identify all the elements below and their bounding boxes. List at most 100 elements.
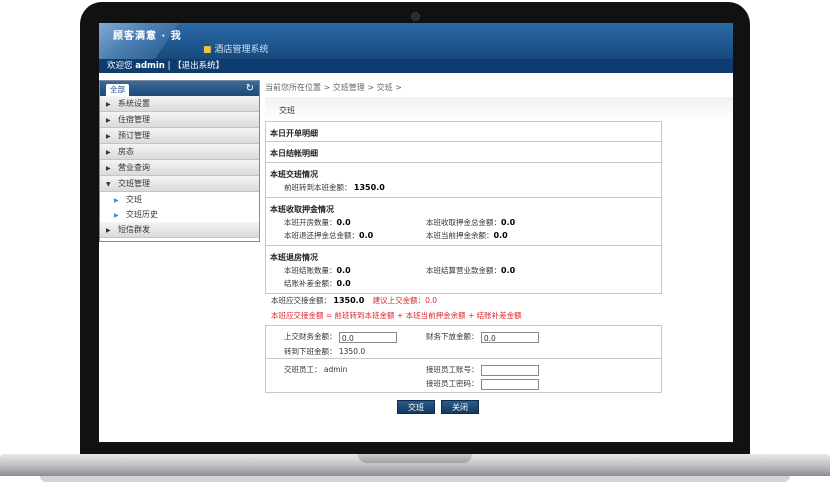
sidebar-tab-all[interactable]: 全部 xyxy=(106,84,129,96)
app-header: 顾客满意 · 我 ■ 酒店管理系统 xyxy=(99,23,733,59)
checkout-supplement-label: 结账补差金额： xyxy=(284,279,337,288)
deposit-count-value: 0.0 xyxy=(336,218,351,227)
deposit-refund-row: 本班退还押金总金额：0.0 xyxy=(284,230,373,241)
submit-shift-button[interactable]: 交班 xyxy=(397,400,435,414)
sidebar-item-revenue-query[interactable]: ▶ 营业查询 xyxy=(100,160,259,176)
deposit-refund-value: 0.0 xyxy=(359,231,374,240)
laptop-notch xyxy=(358,454,472,463)
shift-status-section: 本班交班情况 前班转到本班金额： 1350.0 xyxy=(265,163,662,198)
sidebar-item-label: 系统设置 xyxy=(118,99,150,108)
receiver-password-input[interactable] xyxy=(480,378,539,390)
handover-amount-value: 1350.0 xyxy=(333,296,365,305)
app-logo-icon: ■ xyxy=(203,45,212,55)
handover-amount-row: 本班应交接金额： 1350.0 建议上交金额：0.0 xyxy=(271,295,437,306)
sidebar-subitem-label: 交班历史 xyxy=(126,210,158,219)
page-title-bar: 交班 xyxy=(265,97,733,121)
userbar-separator: | xyxy=(167,61,171,71)
sidebar-subitem-shift[interactable]: ▶ 交班 xyxy=(100,192,259,207)
sidebar-item-label: 营业查询 xyxy=(118,163,150,172)
finance-issue-input[interactable]: 0.0 xyxy=(480,331,539,343)
deposit-total-label: 本班收取押金总金额： xyxy=(426,218,501,227)
sidebar-item-sms[interactable]: ▶ 短信群发 xyxy=(100,222,259,238)
finance-section: 上交财务金额： 0.0 财务下放金额： 0.0 转到下班金额： 1350.0 xyxy=(265,325,662,359)
page-title: 交班 xyxy=(279,106,295,115)
upload-finance-input[interactable]: 0.0 xyxy=(338,331,397,343)
checkout-title: 本班退房情况 xyxy=(270,253,318,262)
sidebar-item-lodging[interactable]: ▶ 住宿管理 xyxy=(100,112,259,128)
sidebar-item-label: 预订管理 xyxy=(118,131,150,140)
open-detail-section: 本日开单明细 xyxy=(265,121,662,142)
shift-staff-value: admin xyxy=(323,365,348,374)
deposit-section: 本班收取押金情况 本班开房数量：0.0 本班收取押金总金额：0.0 本班退还押金… xyxy=(265,198,662,246)
next-shift-label: 转到下班金额： xyxy=(284,347,337,356)
checkout-section: 本班退房情况 本班结账数量：0.0 本班结算营业款金额：0.0 结账补差金额：0… xyxy=(265,246,662,294)
deposit-refund-label: 本班退还押金总金额： xyxy=(284,231,359,240)
shift-status-title: 本班交班情况 xyxy=(270,170,318,179)
sidebar-subitem-label: 交班 xyxy=(126,195,142,204)
close-detail-title[interactable]: 本日结帐明细 xyxy=(270,148,318,159)
handover-formula: 本班应交接金额 = 前班转到本班金额 + 本班当前押金余额 + 结账补差金额 xyxy=(271,311,522,320)
caret-right-icon: ▶ xyxy=(106,117,111,124)
screen: 顾客满意 · 我 ■ 酒店管理系统 欢迎您 admin | 【退出系统】 全部 ↻… xyxy=(99,23,733,442)
shift-staff-label: 交班员工： xyxy=(284,365,322,374)
sidebar-item-room-status[interactable]: ▶ 房态 xyxy=(100,144,259,160)
app-title: ■ 酒店管理系统 xyxy=(203,42,269,55)
camera-icon xyxy=(412,13,419,20)
sidebar-item-shift-management[interactable]: ▼ 交班管理 xyxy=(100,176,259,192)
shift-staff-row: 交班员工： admin xyxy=(284,364,347,375)
deposit-title: 本班收取押金情况 xyxy=(270,205,334,214)
triangle-right-icon: ▶ xyxy=(114,197,119,204)
laptop-shadow xyxy=(40,476,790,482)
user-bar: 欢迎您 admin | 【退出系统】 xyxy=(99,59,733,73)
suggest-amount-value: 0.0 xyxy=(425,296,438,305)
checkout-revenue-label: 本班结算营业款金额： xyxy=(426,266,501,275)
receiver-account-input[interactable] xyxy=(480,364,539,376)
sidebar-item-booking[interactable]: ▶ 预订管理 xyxy=(100,128,259,144)
sidebar-item-system-settings[interactable]: ▶ 系统设置 xyxy=(100,96,259,112)
receiver-password-row: 接班员工密码： xyxy=(426,378,539,390)
receiver-account-label: 接班员工账号： xyxy=(426,365,479,374)
caret-down-icon: ▼ xyxy=(106,181,111,188)
prev-transfer-label: 前班转到本班金额： xyxy=(284,183,352,192)
checkout-revenue-value: 0.0 xyxy=(501,266,516,275)
sidebar-item-label: 交班管理 xyxy=(118,179,150,188)
caret-right-icon: ▶ xyxy=(106,165,111,172)
sidebar-item-label: 房态 xyxy=(118,147,134,156)
deposit-count-row: 本班开房数量：0.0 xyxy=(284,217,351,228)
sidebar-subitem-shift-history[interactable]: ▶ 交班历史 xyxy=(100,207,259,222)
finance-issue-row: 财务下放金额： 0.0 xyxy=(426,331,539,343)
receiver-password-label: 接班员工密码： xyxy=(426,379,479,388)
deposit-balance-row: 本班当前押金余额：0.0 xyxy=(426,230,508,241)
prev-transfer-row: 前班转到本班金额： 1350.0 xyxy=(284,182,385,193)
checkout-count-row: 本班结账数量：0.0 xyxy=(284,265,351,276)
caret-right-icon: ▶ xyxy=(106,149,111,156)
checkout-supplement-value: 0.0 xyxy=(336,279,351,288)
logo-text: 顾客满意 · 我 xyxy=(113,31,182,42)
sidebar-item-label: 住宿管理 xyxy=(118,115,150,124)
refresh-icon[interactable]: ↻ xyxy=(246,82,254,95)
prev-transfer-value: 1350.0 xyxy=(353,183,385,192)
deposit-total-row: 本班收取押金总金额：0.0 xyxy=(426,217,515,228)
sidebar-item-label: 短信群发 xyxy=(118,225,150,234)
caret-right-icon: ▶ xyxy=(106,133,111,140)
sidebar-header: 全部 ↻ xyxy=(100,81,259,96)
suggest-amount-label: 建议上交金额： xyxy=(372,296,426,305)
deposit-balance-label: 本班当前押金余额： xyxy=(426,231,494,240)
sidebar: 全部 ↻ ▶ 系统设置 ▶ 住宿管理 ▶ 预订管理 ▶ 房态 ▶ 营业查询 ▼ 交班管理 ▶… xyxy=(99,80,260,242)
receiver-account-row: 接班员工账号： xyxy=(426,364,539,376)
logout-link[interactable]: 【退出系统】 xyxy=(173,61,224,71)
checkout-supplement-row: 结账补差金额：0.0 xyxy=(284,278,351,289)
welcome-text: 欢迎您 xyxy=(107,61,133,71)
upload-finance-row: 上交财务金额： 0.0 xyxy=(284,331,397,343)
deposit-count-label: 本班开房数量： xyxy=(284,218,337,227)
shift-submenu: ▶ 交班 ▶ 交班历史 xyxy=(100,192,259,222)
triangle-right-icon: ▶ xyxy=(114,212,119,219)
breadcrumb: 当前您所在位置 > 交班管理 > 交班 > xyxy=(265,83,402,92)
caret-right-icon: ▶ xyxy=(106,101,111,108)
staff-section: 交班员工： admin 接班员工账号： 接班员工密码： xyxy=(265,359,662,393)
close-button[interactable]: 关闭 xyxy=(441,400,479,414)
checkout-count-label: 本班结账数量： xyxy=(284,266,337,275)
checkout-count-value: 0.0 xyxy=(336,266,351,275)
deposit-balance-value: 0.0 xyxy=(493,231,508,240)
open-detail-title[interactable]: 本日开单明细 xyxy=(270,128,318,139)
